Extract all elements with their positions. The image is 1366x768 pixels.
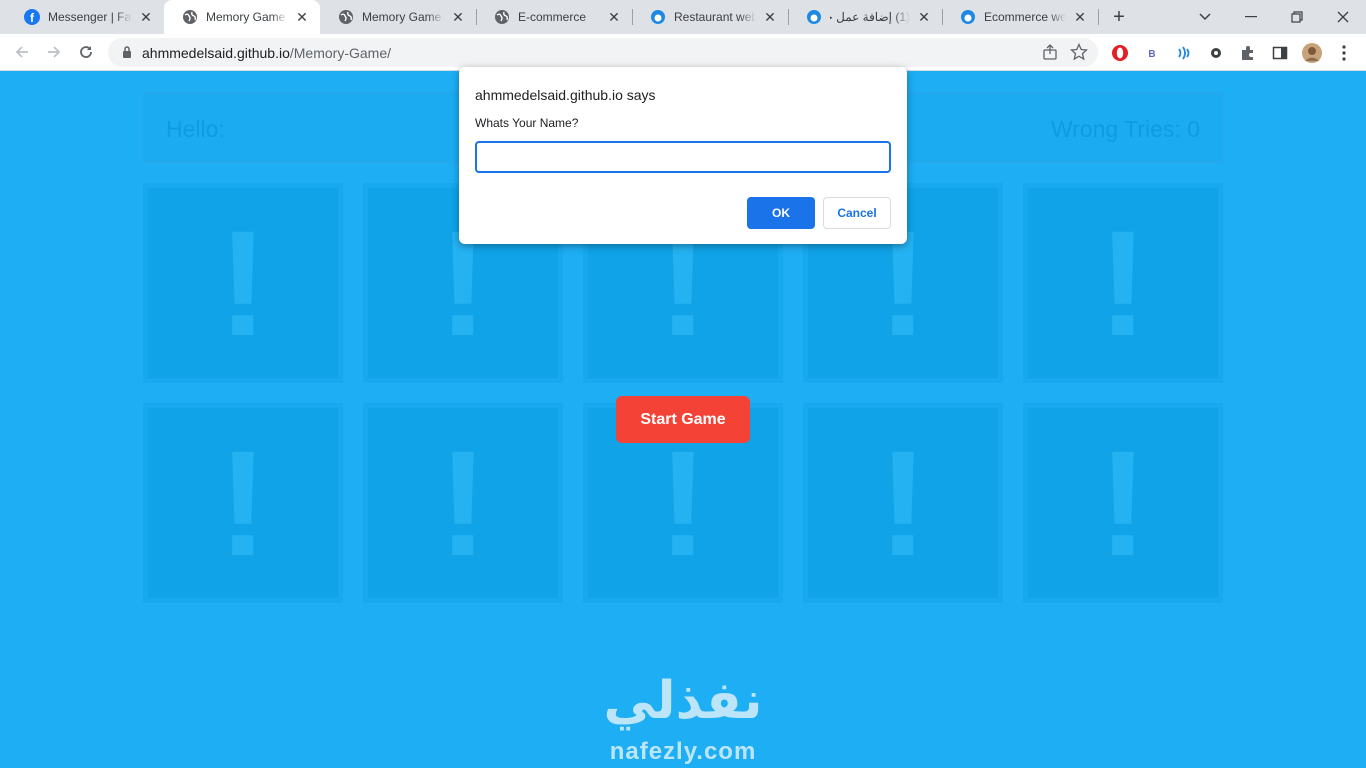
tab-memory-game[interactable]: Memory Game ✕ [320,0,476,34]
tab-memory-game-active[interactable]: Memory Game ✕ [164,0,320,34]
cancel-button[interactable]: Cancel [823,197,891,229]
tab-title: Messenger | Facebook [48,10,132,24]
globe-icon [338,9,354,25]
close-window-button[interactable] [1320,0,1366,34]
close-icon[interactable]: ✕ [606,9,622,25]
facebook-icon: f [24,9,40,25]
back-button[interactable] [10,40,34,64]
close-icon[interactable]: ✕ [294,9,310,25]
nafezly-icon [650,9,666,25]
dialog-message: Whats Your Name? [475,116,579,130]
close-icon[interactable]: ✕ [762,9,778,25]
watermark-latin: nafezly.com [609,738,757,765]
start-game-button[interactable]: Start Game [616,396,750,443]
close-icon[interactable]: ✕ [138,9,154,25]
close-icon[interactable]: ✕ [916,9,932,25]
address-bar[interactable]: ahmmedelsaid.github.io/Memory-Game/ [108,38,1098,67]
close-icon [1337,11,1349,23]
new-tab-button[interactable]: + [1108,6,1130,28]
tab-ecommerce-website[interactable]: Ecommerce website ✕ [942,0,1098,34]
close-icon[interactable]: ✕ [1072,9,1088,25]
tab-messenger[interactable]: f Messenger | Facebook ✕ [6,0,164,34]
nafezly-icon [806,9,822,25]
tab-title: Ecommerce website [984,10,1066,24]
tab-title: Restaurant website [674,10,756,24]
reload-button[interactable] [74,40,98,64]
b-extension-icon[interactable]: B [1142,43,1162,63]
url-text: ahmmedelsaid.github.io/Memory-Game/ [142,45,391,61]
nafezly-icon [960,9,976,25]
tab-title: E-commerce [518,10,587,24]
opera-extension-icon[interactable] [1110,43,1130,63]
tab-strip: f Messenger | Facebook ✕ Memory Game ✕ M… [0,0,1366,34]
tab-separator [1098,9,1099,25]
watermark-arabic: نفذلي [603,671,763,731]
prompt-dialog: ahmmedelsaid.github.io says Whats Your N… [459,67,907,244]
svg-text:B: B [1148,49,1155,60]
restore-icon [1291,11,1303,23]
forward-button[interactable] [42,40,66,64]
restore-button[interactable] [1274,0,1320,34]
url-path: /Memory-Game/ [289,45,391,61]
side-panel-icon[interactable] [1270,43,1290,63]
tab-e-commerce[interactable]: E-commerce ✕ [476,0,632,34]
arrow-left-icon [15,46,28,58]
tab-search-button[interactable] [1182,0,1228,34]
share-icon[interactable] [1042,44,1058,60]
chevron-down-icon [1199,13,1211,21]
profile-avatar[interactable] [1302,43,1322,63]
name-input[interactable] [475,141,891,173]
tab-restaurant-website[interactable]: Restaurant website ✕ [632,0,788,34]
minimize-button[interactable] [1228,0,1274,34]
ok-button[interactable]: OK [747,197,815,229]
bookmark-star-icon[interactable] [1070,43,1088,61]
close-icon[interactable]: ✕ [450,9,466,25]
minimize-icon [1245,16,1257,18]
tab-add-new-work[interactable]: (1) إضافة عمل جديد ✕ [788,0,942,34]
tab-title: Memory Game [206,10,286,24]
wave-extension-icon[interactable] [1174,43,1194,63]
globe-icon [494,9,510,25]
extension-icon[interactable] [1206,43,1226,63]
reload-icon [80,46,92,58]
menu-icon[interactable] [1334,43,1354,63]
url-domain: ahmmedelsaid.github.io [142,45,290,61]
puzzle-icon[interactable] [1238,43,1258,63]
browser-toolbar: ahmmedelsaid.github.io/Memory-Game/ B [0,34,1366,71]
tab-title: Memory Game [362,10,442,24]
lock-icon [123,46,131,58]
tab-title: (1) إضافة عمل جديد [830,10,910,24]
dialog-title: ahmmedelsaid.github.io says [475,87,656,103]
arrow-right-icon [48,46,61,58]
globe-icon [182,9,198,25]
